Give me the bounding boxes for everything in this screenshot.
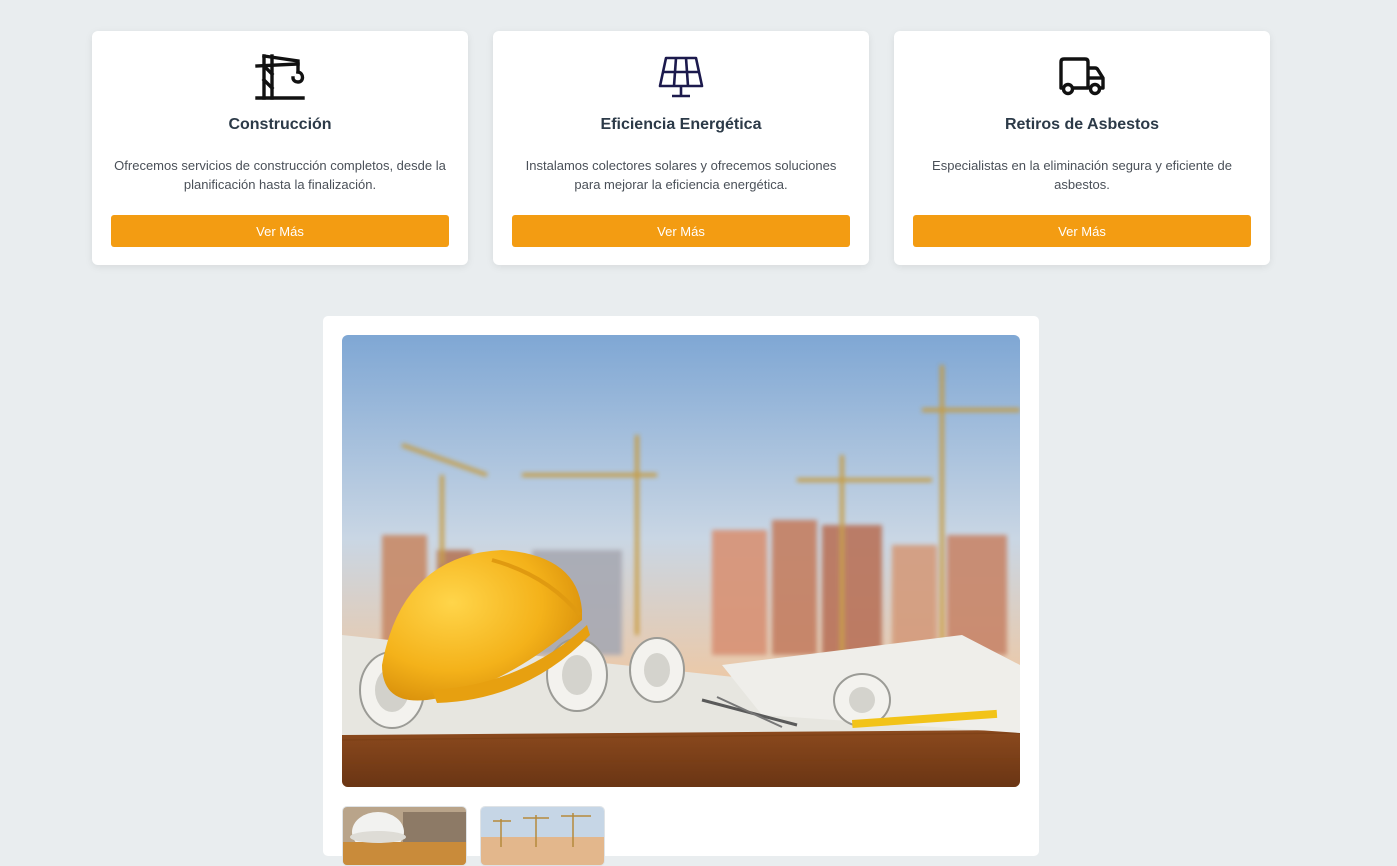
service-card-asbestos: Retiros de Asbestos Especialistas en la … <box>894 31 1270 265</box>
solar-panel-icon <box>654 50 708 104</box>
gallery-thumbnail[interactable] <box>480 806 605 866</box>
service-description: Instalamos colectores solares y ofrecemo… <box>525 158 837 192</box>
service-title: Eficiencia Energética <box>600 116 762 133</box>
gallery-thumbnail[interactable] <box>342 806 467 866</box>
services-row: Construcción Ofrecemos servicios de cons… <box>92 31 1270 265</box>
service-title: Construcción <box>228 116 332 133</box>
crane-icon <box>253 50 307 104</box>
service-card-eficiencia: Eficiencia Energética Instalamos colecto… <box>493 31 869 265</box>
ver-mas-button[interactable]: Ver Más <box>913 215 1251 247</box>
image-gallery <box>323 316 1039 866</box>
main-gallery-image[interactable] <box>342 335 1020 787</box>
service-description: Ofrecemos servicios de construcción comp… <box>114 158 446 192</box>
truck-icon <box>1055 50 1109 104</box>
thumbnail-strip <box>342 806 1020 866</box>
service-card-construccion: Construcción Ofrecemos servicios de cons… <box>92 31 468 265</box>
ver-mas-button[interactable]: Ver Más <box>512 215 850 247</box>
service-title: Retiros de Asbestos <box>1004 116 1160 133</box>
ver-mas-button[interactable]: Ver Más <box>111 215 449 247</box>
service-description: Especialistas en la eliminación segura y… <box>932 158 1232 192</box>
